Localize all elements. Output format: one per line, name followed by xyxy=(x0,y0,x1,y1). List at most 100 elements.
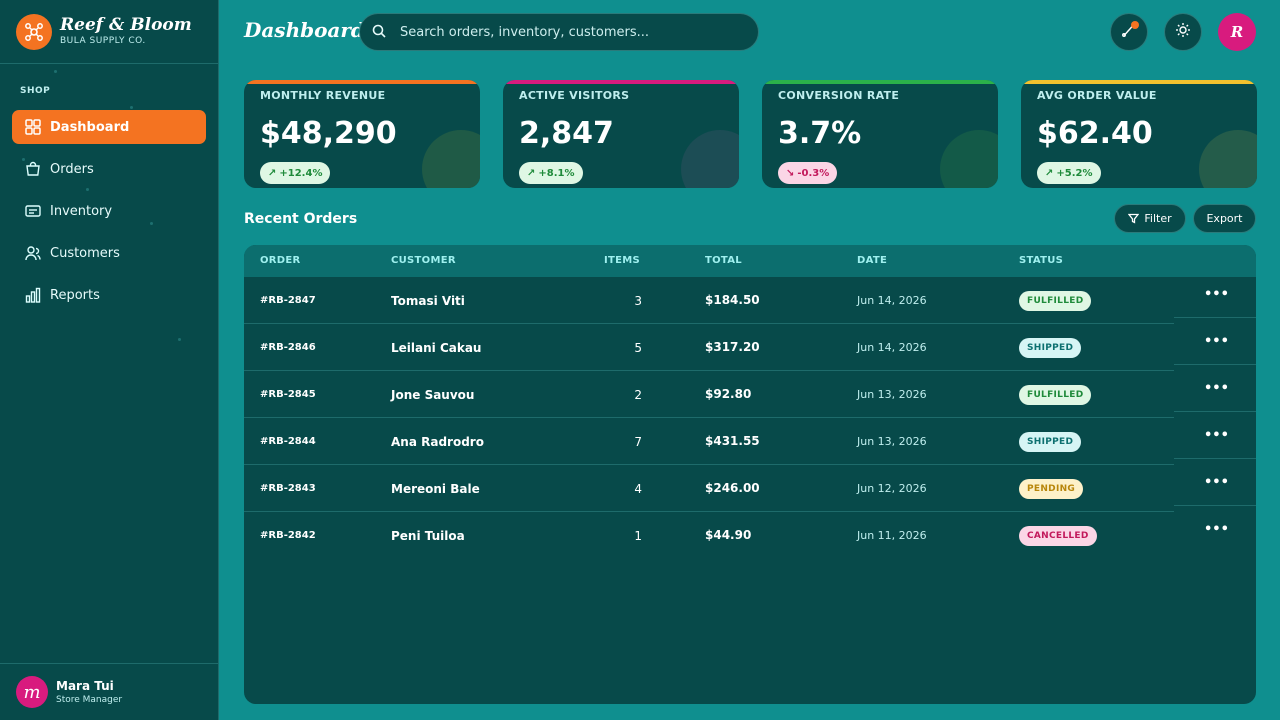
card-accent-bar xyxy=(503,80,739,84)
order-total: $92.80 xyxy=(705,387,752,401)
card-decor-circle xyxy=(940,130,998,188)
table-header: ORDER CUSTOMER ITEMS TOTAL DATE STATUS xyxy=(244,245,1256,277)
column-header[interactable]: STATUS xyxy=(1019,255,1063,266)
column-header[interactable]: DATE xyxy=(857,255,887,266)
bag-icon xyxy=(24,161,41,178)
kpi-value: $48,290 xyxy=(260,116,397,151)
kpi-trend: -0.3% xyxy=(797,167,830,179)
order-total: $246.00 xyxy=(705,481,760,495)
order-id: #RB-2847 xyxy=(260,295,316,306)
kpi-value: 3.7% xyxy=(778,116,862,151)
order-id: #RB-2845 xyxy=(260,389,316,400)
sidebar-item-label: Reports xyxy=(50,287,100,303)
sidebar-item-customers[interactable]: Customers xyxy=(12,236,206,270)
decor-dot xyxy=(178,338,181,341)
sidebar-item-label: Customers xyxy=(50,245,120,261)
card-accent-bar xyxy=(1021,80,1257,84)
customer-name: Mereoni Bale xyxy=(391,482,480,496)
order-date: Jun 13, 2026 xyxy=(857,388,927,401)
status-badge: PENDING xyxy=(1019,479,1084,499)
table-row[interactable]: #RB-2847 Tomasi Viti 3 $184.50 Jun 14, 2… xyxy=(244,277,1256,324)
grid-icon xyxy=(24,119,41,136)
kpi-label: CONVERSION RATE xyxy=(778,89,900,102)
notifications-button[interactable] xyxy=(1110,13,1148,51)
decor-dot xyxy=(54,70,57,73)
item-count: 1 xyxy=(634,529,642,543)
orders-table: ORDER CUSTOMER ITEMS TOTAL DATE STATUS #… xyxy=(244,245,1256,704)
search-input[interactable] xyxy=(400,24,720,40)
row-divider xyxy=(1174,411,1256,412)
nav-section-label: SHOP xyxy=(20,86,51,96)
kpi-card-visitors: ACTIVE VISITORS 2,847 ↗ +8.1% xyxy=(503,80,739,188)
item-count: 4 xyxy=(634,482,642,496)
export-label: Export xyxy=(1206,212,1243,225)
status-badge: CANCELLED xyxy=(1019,526,1097,546)
more-options-icon[interactable]: ••• xyxy=(1204,428,1229,443)
more-options-icon[interactable]: ••• xyxy=(1204,475,1229,490)
section-title: Recent Orders xyxy=(244,211,358,227)
table-row[interactable]: #RB-2846 Leilani Cakau 5 $317.20 Jun 14,… xyxy=(244,324,1256,371)
decor-dot xyxy=(130,106,133,109)
column-header[interactable]: ORDER xyxy=(260,255,301,266)
order-id: #RB-2844 xyxy=(260,436,316,447)
sidebar-item-dashboard[interactable]: Dashboard xyxy=(12,110,206,144)
column-header[interactable]: TOTAL xyxy=(705,255,742,266)
sidebar-item-orders[interactable]: Orders xyxy=(12,152,206,186)
item-count: 7 xyxy=(634,435,642,449)
order-date: Jun 14, 2026 xyxy=(857,341,927,354)
table-row[interactable]: #RB-2842 Peni Tuiloa 1 $44.90 Jun 11, 20… xyxy=(244,512,1256,559)
status-badge: SHIPPED xyxy=(1019,338,1082,358)
more-options-icon[interactable]: ••• xyxy=(1204,522,1229,537)
table-row[interactable]: #RB-2843 Mereoni Bale 4 $246.00 Jun 12, … xyxy=(244,465,1256,512)
customer-name: Jone Sauvou xyxy=(391,388,475,402)
more-options-icon[interactable]: ••• xyxy=(1204,334,1229,349)
sidebar-item-label: Orders xyxy=(50,161,94,177)
card-accent-bar xyxy=(762,80,998,84)
brand[interactable]: Reef & Bloom BULA SUPPLY CO. xyxy=(0,0,218,64)
filter-button[interactable]: Filter xyxy=(1114,204,1186,233)
profile-button[interactable]: R xyxy=(1218,13,1256,51)
more-options-icon[interactable]: ••• xyxy=(1204,381,1229,396)
column-header[interactable]: ITEMS xyxy=(604,255,640,266)
customer-name: Ana Radrodro xyxy=(391,435,484,449)
search-icon xyxy=(372,23,386,42)
kpi-card-aov: AVG ORDER VALUE $62.40 ↗ +5.2% xyxy=(1021,80,1257,188)
theme-toggle-button[interactable] xyxy=(1164,13,1202,51)
kpi-trend: +5.2% xyxy=(1056,167,1093,179)
search-bar[interactable] xyxy=(359,13,759,51)
kpi-trend-badge: ↗ +12.4% xyxy=(260,162,331,184)
column-header[interactable]: CUSTOMER xyxy=(391,255,456,266)
card-decor-circle xyxy=(422,130,480,188)
row-divider xyxy=(1174,317,1256,318)
export-button[interactable]: Export xyxy=(1193,204,1256,233)
kpi-card-revenue: MONTHLY REVENUE $48,290 ↗ +12.4% xyxy=(244,80,480,188)
user-role: Store Manager xyxy=(56,694,123,705)
row-divider xyxy=(1174,458,1256,459)
order-total: $431.55 xyxy=(705,434,760,448)
inventory-icon xyxy=(24,203,41,220)
kpi-value: 2,847 xyxy=(519,116,614,151)
user-avatar: m xyxy=(16,676,48,708)
user-name: Mara Tui xyxy=(56,678,114,693)
user-profile[interactable]: m Mara Tui Store Manager xyxy=(0,663,219,720)
kpi-trend-badge: ↗ +8.1% xyxy=(519,162,583,184)
row-divider xyxy=(1174,364,1256,365)
trend-up-icon: ↗ xyxy=(268,167,277,179)
trend-up-icon: ↗ xyxy=(527,167,536,179)
table-row[interactable]: #RB-2845 Jone Sauvou 2 $92.80 Jun 13, 20… xyxy=(244,371,1256,418)
more-options-icon[interactable]: ••• xyxy=(1204,287,1229,302)
status-badge: FULFILLED xyxy=(1019,291,1092,311)
card-decor-circle xyxy=(681,130,739,188)
kpi-label: ACTIVE VISITORS xyxy=(519,89,630,102)
customer-name: Leilani Cakau xyxy=(391,341,482,355)
sidebar-item-reports[interactable]: Reports xyxy=(12,278,206,312)
kpi-label: MONTHLY REVENUE xyxy=(260,89,386,102)
order-id: #RB-2843 xyxy=(260,483,316,494)
brand-subtitle: BULA SUPPLY CO. xyxy=(60,36,146,46)
notification-dot xyxy=(1131,21,1139,29)
kpi-card-conversion: CONVERSION RATE 3.7% ↘ -0.3% xyxy=(762,80,998,188)
status-badge: SHIPPED xyxy=(1019,432,1082,452)
order-date: Jun 12, 2026 xyxy=(857,482,927,495)
table-row[interactable]: #RB-2844 Ana Radrodro 7 $431.55 Jun 13, … xyxy=(244,418,1256,465)
sidebar-item-inventory[interactable]: Inventory xyxy=(12,194,206,228)
